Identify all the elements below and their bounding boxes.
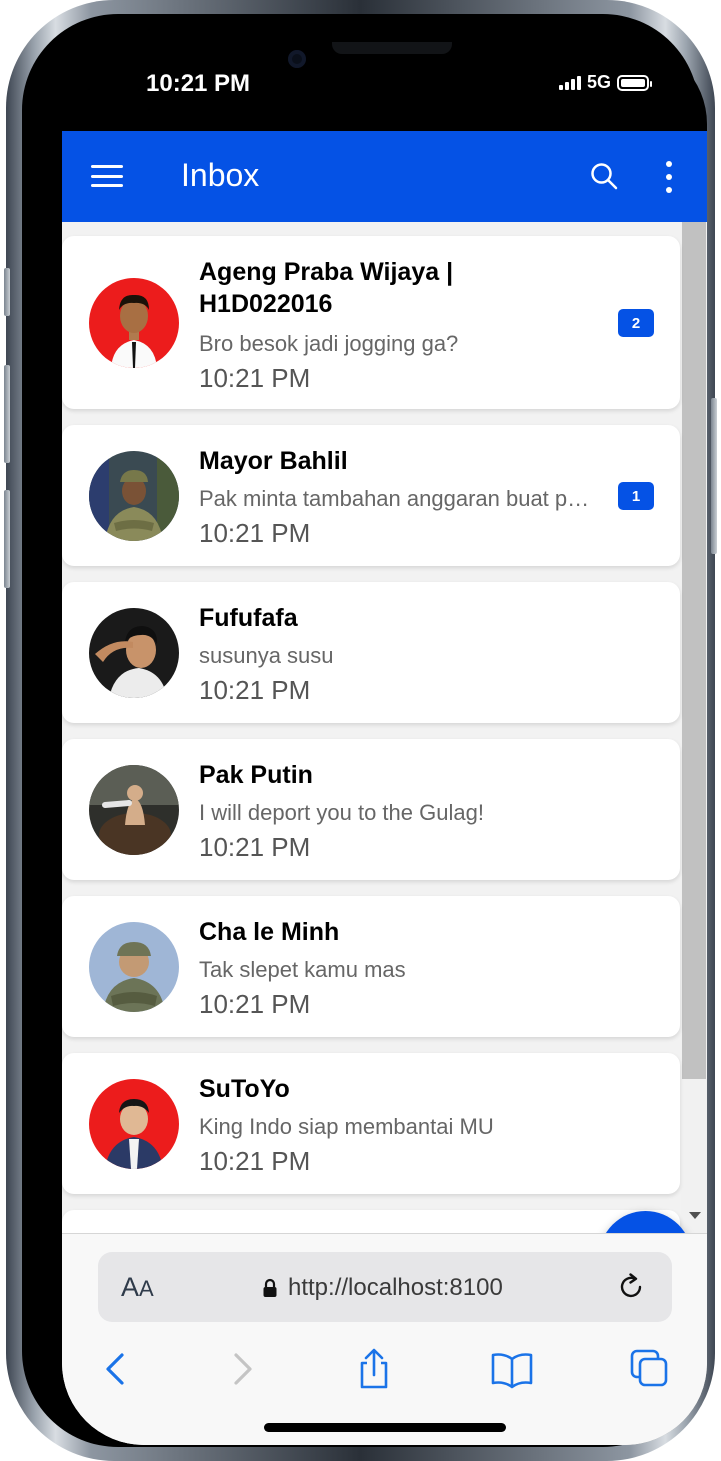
chat-item[interactable]: Fufufafa susunya susu 10:21 PM: [62, 582, 680, 723]
app-view: Inbox Ageng Praba Wijaya | H1D022016 Bro…: [62, 131, 707, 1445]
chat-message: Bro besok jadi jogging ga?: [199, 331, 459, 356]
unread-badge: 2: [618, 309, 654, 337]
unread-badge: 1: [618, 482, 654, 510]
forward-icon[interactable]: [220, 1347, 264, 1391]
phone-bezel: 10:21 PM 5G Inbox Ageng Praba Wijaya | H…: [22, 14, 707, 1447]
chat-message: I will deport you to the Gulag!: [199, 800, 484, 825]
status-indicators: 5G: [558, 72, 652, 93]
bookmarks-icon[interactable]: [490, 1347, 534, 1391]
toolbar: Inbox: [62, 131, 707, 222]
avatar: [89, 277, 179, 368]
tabs-icon[interactable]: [628, 1347, 672, 1391]
chat-time: 10:21 PM: [199, 518, 311, 548]
more-vertical-icon[interactable]: [662, 161, 676, 193]
phone-frame: 10:21 PM 5G Inbox Ageng Praba Wijaya | H…: [4, 0, 717, 1461]
address-bar[interactable]: AA http://localhost:8100: [98, 1252, 672, 1322]
page-title: Inbox: [181, 157, 260, 193]
share-icon[interactable]: [352, 1347, 396, 1391]
chat-name: Pak Putin: [199, 761, 313, 789]
url-text: http://localhost:8100: [288, 1274, 503, 1301]
chat-message: Tak slepet kamu mas: [199, 957, 406, 982]
chat-time: 10:21 PM: [199, 989, 311, 1019]
browser-bar: AA http://localhost:8100: [62, 1233, 707, 1445]
signal-icon: [558, 75, 581, 90]
scrollbar-down-arrow[interactable]: [689, 1212, 701, 1219]
chat-message: Pak minta tambahan anggaran buat proyek: [199, 486, 594, 511]
back-icon[interactable]: [94, 1347, 138, 1391]
chat-item[interactable]: Mayor Bahlil Pak minta tambahan anggaran…: [62, 425, 680, 566]
lock-icon: [263, 1278, 277, 1297]
chat-name: SuToYo: [199, 1075, 290, 1103]
chat-time: 10:21 PM: [199, 1146, 311, 1176]
menu-icon[interactable]: [91, 165, 123, 187]
chat-item[interactable]: Cha le Minh Tak slepet kamu mas 10:21 PM: [62, 896, 680, 1037]
text-size-button[interactable]: AA: [121, 1272, 154, 1303]
url-display[interactable]: http://localhost:8100: [262, 1274, 503, 1302]
chat-name: Fufufafa: [199, 604, 298, 632]
chat-item[interactable]: Pak Putin I will deport you to the Gulag…: [62, 739, 680, 880]
chat-time: 10:21 PM: [199, 832, 311, 862]
avatar: [89, 1078, 179, 1169]
status-time: 10:21 PM: [146, 70, 251, 97]
avatar: [89, 764, 179, 855]
scrollbar-thumb[interactable]: [682, 222, 706, 1079]
front-camera: [288, 50, 306, 68]
chat-name: Cha le Minh: [199, 918, 340, 946]
chat-list-content[interactable]: Ageng Praba Wijaya | H1D022016 Bro besok…: [62, 222, 707, 1233]
chat-time: 10:21 PM: [199, 675, 311, 705]
chat-name: Ageng Praba Wijaya | H1D022016: [199, 258, 454, 318]
speaker-grille: [332, 42, 452, 54]
search-icon[interactable]: [590, 162, 618, 190]
volume-down-button: [4, 490, 10, 588]
home-indicator[interactable]: [264, 1423, 506, 1432]
network-label: 5G: [586, 72, 611, 92]
mute-switch: [4, 268, 10, 316]
phone-screen: 10:21 PM 5G Inbox Ageng Praba Wijaya | H…: [62, 42, 707, 1445]
chat-item[interactable]: SuToYo King Indo siap membantai MU 10:21…: [62, 1053, 680, 1194]
avatar: [89, 921, 179, 1012]
battery-icon: [617, 74, 652, 91]
avatar: [89, 450, 179, 541]
chat-item[interactable]: [62, 1210, 680, 1233]
chat-name: Mayor Bahlil: [199, 447, 348, 475]
chat-message: susunya susu: [199, 643, 334, 668]
chat-item[interactable]: Ageng Praba Wijaya | H1D022016 Bro besok…: [62, 236, 680, 409]
power-button: [711, 398, 717, 554]
chat-time: 10:21 PM: [199, 363, 311, 393]
volume-up-button: [4, 365, 10, 463]
avatar: [89, 607, 179, 698]
chat-message: King Indo siap membantai MU: [199, 1114, 494, 1139]
reload-icon[interactable]: [616, 1272, 646, 1302]
